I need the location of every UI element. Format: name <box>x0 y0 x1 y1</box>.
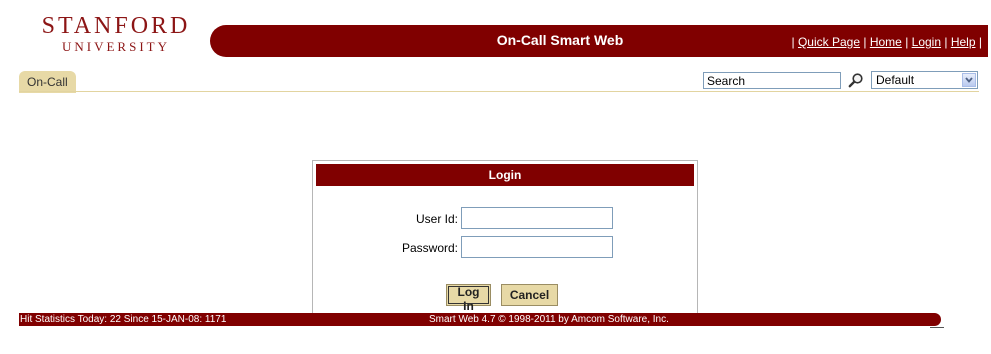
user-id-field[interactable] <box>461 207 613 229</box>
top-nav-links: | Quick Page | Home | Login | Help | <box>792 35 983 49</box>
chevron-down-icon[interactable] <box>962 73 976 87</box>
tab-on-call[interactable]: On-Call <box>19 71 76 93</box>
link-separator: | <box>905 35 909 49</box>
hit-statistics: Hit Statistics Today: 22 Since 15-JAN-08… <box>20 314 227 325</box>
quick-page-link[interactable]: Quick Page <box>798 35 860 49</box>
link-separator: | <box>978 35 982 49</box>
footer-underline <box>930 327 944 328</box>
page: STANFORD UNIVERSITY On-Call Smart Web | … <box>0 0 991 354</box>
home-link[interactable]: Home <box>870 35 902 49</box>
footer-bar: Hit Statistics Today: 22 Since 15-JAN-08… <box>19 313 941 326</box>
logo-sub-text: UNIVERSITY <box>62 39 170 54</box>
logo-main-text: STANFORD <box>41 13 191 39</box>
link-separator: | <box>863 35 867 49</box>
default-select[interactable]: Default <box>871 71 978 89</box>
link-separator: | <box>944 35 948 49</box>
help-link[interactable]: Help <box>951 35 976 49</box>
password-label: Password: <box>401 241 458 255</box>
search-icon[interactable] <box>848 72 864 88</box>
login-panel: Login User Id: Password: Log In Cancel <box>312 160 698 314</box>
select-value: Default <box>876 73 915 87</box>
user-id-label: User Id: <box>415 212 458 226</box>
header-bar: On-Call Smart Web | Quick Page | Home | … <box>210 25 988 57</box>
login-title: Login <box>316 164 694 186</box>
link-separator: | <box>791 35 795 49</box>
search-input[interactable] <box>703 72 841 89</box>
password-field[interactable] <box>461 236 613 258</box>
copyright-text: Smart Web 4.7 © 1998-2011 by Amcom Softw… <box>429 314 669 325</box>
cancel-button[interactable]: Cancel <box>501 284 558 306</box>
log-in-button[interactable]: Log In <box>446 284 491 313</box>
login-link[interactable]: Login <box>912 35 941 49</box>
tab-divider <box>19 91 979 92</box>
stanford-logo[interactable]: STANFORD UNIVERSITY <box>31 14 201 55</box>
